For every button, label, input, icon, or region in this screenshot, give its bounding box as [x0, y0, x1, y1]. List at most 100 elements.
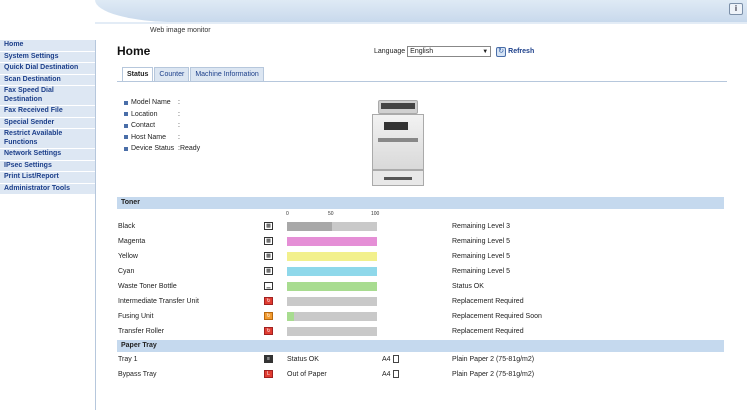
language-selected-value: English	[410, 48, 434, 55]
toner-level-bar	[287, 296, 377, 306]
separator: :	[178, 133, 180, 141]
separator: :	[178, 99, 180, 107]
printer-slot	[378, 138, 418, 142]
paper-tray-row: Tray 1 ≡ Status OK A4 Plain Paper 2 (75-81g/…	[117, 352, 724, 366]
toner-section-header: Toner	[117, 197, 724, 209]
header-bar: Web image monitor i	[0, 0, 747, 38]
bullet-icon	[124, 146, 128, 151]
toner-item-name: Transfer Roller	[118, 327, 165, 335]
device-status-label: Device Status	[131, 145, 175, 153]
toner-item-name: Waste Toner Bottle	[118, 282, 177, 290]
printer-tray	[384, 177, 412, 180]
sidebar-item-system-settings[interactable]: System Settings	[0, 51, 95, 63]
refresh-icon[interactable]: ↻	[496, 46, 507, 57]
paper-tray-section-header: Paper Tray	[117, 340, 724, 352]
tray-name: Bypass Tray	[118, 370, 157, 378]
header-divider	[95, 22, 747, 24]
printer-image	[370, 100, 426, 190]
bullet-icon	[124, 123, 128, 128]
info-row-contact: Contact :	[124, 120, 200, 132]
tray-ok-icon: ≡	[264, 355, 273, 363]
replace-warning-icon: ↻	[264, 327, 273, 335]
toner-level-fill	[287, 236, 377, 246]
sidebar-item-restrict-functions[interactable]: Restrict Available Functions	[0, 129, 95, 149]
header-banner	[95, 0, 747, 22]
toner-level-bar	[287, 281, 377, 291]
info-row-device-status: Device Status :Ready	[124, 143, 200, 155]
chevron-down-icon: ▼	[482, 48, 489, 55]
toner-level-fill	[287, 251, 377, 261]
toner-icon: ▩	[264, 252, 273, 260]
language-label: Language	[374, 48, 406, 55]
tab-counter[interactable]: Counter	[154, 67, 190, 81]
sidebar: Home System Settings Quick Dial Destinat…	[0, 40, 96, 410]
toner-status: Replacement Required	[452, 297, 524, 305]
sidebar-item-quick-dial[interactable]: Quick Dial Destination	[0, 63, 95, 75]
tray-paper-type: Plain Paper 2 (75-81g/m2)	[452, 355, 535, 363]
toner-item-name: Cyan	[118, 267, 135, 275]
toner-row: Magenta ▩ Remaining Level 5	[117, 234, 724, 248]
language-select[interactable]: English ▼	[407, 46, 492, 57]
sidebar-item-home[interactable]: Home	[0, 40, 95, 52]
paper-orientation-icon	[392, 370, 399, 378]
sidebar-item-print-list[interactable]: Print List/Report	[0, 172, 95, 184]
paper-size-label: A4	[382, 370, 391, 378]
tray-empty-icon: L	[264, 370, 273, 378]
refresh-button[interactable]: Refresh	[508, 48, 534, 55]
replace-warning-icon: ↻	[264, 297, 273, 305]
bullet-icon	[124, 100, 128, 105]
printer-panel	[384, 122, 408, 130]
toner-row: Transfer Roller ↻ Replacement Required	[117, 324, 724, 338]
sidebar-item-scan-destination[interactable]: Scan Destination	[0, 74, 95, 86]
info-row-host: Host Name :	[124, 132, 200, 144]
toner-icon: ▩	[264, 222, 273, 230]
toner-level-bar	[287, 326, 377, 336]
tab-bar: Status Counter Machine Information	[122, 67, 264, 81]
page-title: Home	[117, 44, 151, 58]
scale-tick-100: 100	[371, 211, 380, 217]
toner-level-bar	[287, 266, 377, 276]
toner-status: Remaining Level 5	[452, 237, 510, 245]
toner-scale: 0 50 100	[286, 211, 386, 219]
tray-paper-size: A4	[382, 355, 399, 363]
sidebar-item-special-sender[interactable]: Special Sender	[0, 117, 95, 129]
tab-machine-information[interactable]: Machine Information	[190, 67, 264, 81]
toner-status: Replacement Required Soon	[452, 312, 542, 320]
tab-divider	[117, 81, 727, 82]
scale-tick-0: 0	[286, 211, 289, 217]
sidebar-item-ipsec-settings[interactable]: IPsec Settings	[0, 160, 95, 172]
toner-item-name: Yellow	[118, 252, 138, 260]
tray-paper-size: A4	[382, 370, 399, 378]
toner-level-fill	[287, 311, 295, 321]
sidebar-item-network-settings[interactable]: Network Settings	[0, 149, 95, 161]
toner-row: Waste Toner Bottle ▁ Status OK	[117, 279, 724, 293]
toner-status: Remaining Level 5	[452, 252, 510, 260]
device-info: Model Name : Location : Contact : Host N…	[124, 97, 200, 155]
printer-scanner	[381, 103, 415, 109]
toner-status: Status OK	[452, 282, 484, 290]
toner-item-name: Intermediate Transfer Unit	[118, 297, 199, 305]
info-row-location: Location :	[124, 109, 200, 121]
toner-row: Fusing Unit ↻ Replacement Required Soon	[117, 309, 724, 323]
toner-level-fill	[287, 221, 332, 231]
help-icon[interactable]: i	[729, 3, 743, 15]
toner-level-fill	[287, 266, 377, 276]
tray-status: Status OK	[287, 355, 319, 363]
toner-level-bar	[287, 311, 377, 321]
separator: :	[178, 122, 180, 130]
tray-paper-type: Plain Paper 2 (75-81g/m2)	[452, 370, 535, 378]
toner-level-bar	[287, 236, 377, 246]
bullet-icon	[124, 135, 128, 140]
replace-soon-icon: ↻	[264, 312, 273, 320]
contact-label: Contact	[131, 122, 156, 130]
sidebar-item-fax-speed-dial[interactable]: Fax Speed Dial Destination	[0, 86, 95, 106]
sidebar-item-admin-tools[interactable]: Administrator Tools	[0, 183, 95, 195]
sidebar-item-fax-received-file[interactable]: Fax Received File	[0, 106, 95, 118]
tab-status[interactable]: Status	[122, 67, 154, 81]
toner-row: Cyan ▩ Remaining Level 5	[117, 264, 724, 278]
toner-item-name: Magenta	[118, 237, 146, 245]
toner-item-name: Black	[118, 222, 136, 230]
toner-row: Black ▩ Remaining Level 3	[117, 219, 724, 233]
paper-orientation-icon	[392, 355, 399, 363]
toner-item-name: Fusing Unit	[118, 312, 154, 320]
